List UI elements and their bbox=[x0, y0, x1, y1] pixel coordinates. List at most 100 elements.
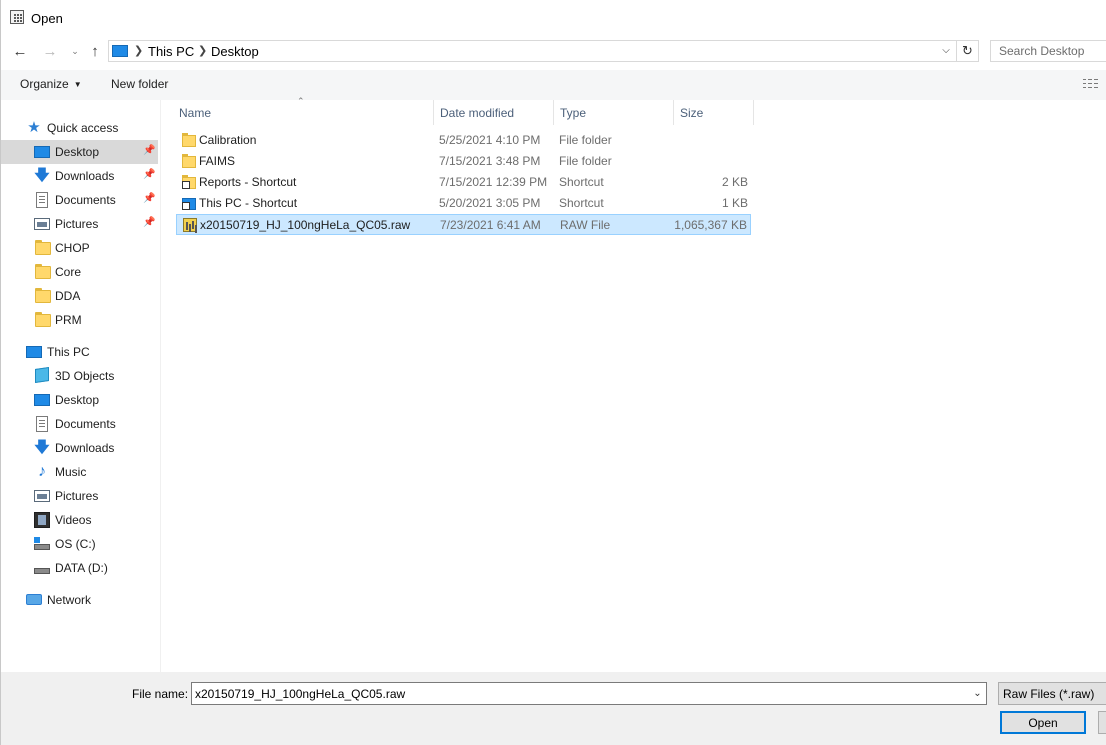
monitor-icon bbox=[34, 394, 50, 406]
file-name: x20150719_HJ_100ngHeLa_QC05.raw bbox=[200, 218, 411, 232]
sort-ascending-icon: ⌃ bbox=[297, 96, 305, 106]
address-dropdown-chevron-icon[interactable]: ⌵ bbox=[938, 43, 954, 59]
search-input[interactable] bbox=[990, 40, 1106, 62]
nav-pc-os-drive[interactable]: OS (C:) bbox=[1, 532, 158, 556]
folder-icon bbox=[182, 154, 196, 168]
raw-file-icon bbox=[183, 218, 197, 232]
pin-icon[interactable]: 📌 bbox=[143, 217, 155, 228]
app-grid-icon bbox=[10, 10, 24, 24]
file-type-filter-select[interactable]: Raw Files (*.raw) bbox=[998, 682, 1106, 705]
folder-icon bbox=[35, 264, 51, 279]
breadcrumb-separator-icon[interactable]: ❯ bbox=[198, 44, 207, 57]
nav-folder-dda[interactable]: DDA bbox=[1, 284, 158, 308]
nav-label: Desktop bbox=[55, 393, 100, 407]
video-icon bbox=[34, 512, 50, 528]
pin-icon[interactable]: 📌 bbox=[143, 169, 155, 180]
nav-label: Quick access bbox=[47, 121, 119, 135]
folder-icon bbox=[35, 240, 51, 255]
file-row[interactable]: Reports - Shortcut 7/15/2021 12:39 PM Sh… bbox=[176, 172, 751, 193]
nav-folder-core[interactable]: Core bbox=[1, 260, 158, 284]
this-pc-icon bbox=[112, 45, 128, 57]
nav-network[interactable]: Network bbox=[1, 588, 158, 612]
nav-pc-desktop[interactable]: Desktop bbox=[1, 388, 158, 412]
nav-pc-videos[interactable]: Videos bbox=[1, 508, 158, 532]
organize-button[interactable]: Organize ▼ bbox=[20, 77, 82, 91]
nav-pc-pictures[interactable]: Pictures bbox=[1, 484, 158, 508]
pictures-icon bbox=[34, 218, 50, 230]
document-icon bbox=[36, 192, 48, 208]
folder-icon bbox=[35, 288, 51, 303]
file-row[interactable]: This PC - Shortcut 5/20/2021 3:05 PM Sho… bbox=[176, 193, 751, 214]
nav-quick-pictures[interactable]: Pictures 📌 bbox=[1, 212, 158, 236]
file-type: RAW File bbox=[560, 218, 611, 232]
file-size: 1 KB bbox=[721, 196, 748, 210]
nav-pc-3d-objects[interactable]: 3D Objects bbox=[1, 364, 158, 388]
command-bar: Organize ▼ New folder bbox=[1, 70, 1106, 100]
file-row[interactable]: Calibration 5/25/2021 4:10 PM File folde… bbox=[176, 130, 751, 151]
nav-label: Documents bbox=[55, 193, 116, 207]
chevron-down-icon: ▼ bbox=[73, 80, 82, 89]
file-type: Shortcut bbox=[559, 196, 604, 210]
monitor-icon bbox=[34, 146, 50, 158]
nav-label: Videos bbox=[55, 513, 92, 527]
nav-quick-documents[interactable]: Documents 📌 bbox=[1, 188, 158, 212]
pictures-icon bbox=[34, 490, 50, 502]
pc-shortcut-icon bbox=[182, 198, 196, 210]
file-name-input[interactable] bbox=[191, 682, 987, 705]
nav-pc-downloads[interactable]: 🡇 Downloads bbox=[1, 436, 158, 460]
file-name-label: File name: bbox=[132, 687, 189, 701]
file-name: Reports - Shortcut bbox=[199, 175, 297, 189]
nav-this-pc[interactable]: This PC bbox=[1, 340, 158, 364]
file-name: Calibration bbox=[199, 133, 257, 147]
open-file-dialog: Open ← → ⌄ ↑ ❯ This PC ❯ Desktop ⌵ ↻ Org… bbox=[0, 0, 1106, 745]
nav-quick-access[interactable]: ★ Quick access bbox=[1, 116, 158, 140]
network-icon bbox=[26, 594, 42, 605]
nav-label: DDA bbox=[55, 289, 81, 303]
open-button[interactable]: Open bbox=[1000, 711, 1086, 734]
organize-label: Organize bbox=[20, 77, 69, 91]
download-arrow-icon: 🡇 bbox=[34, 167, 50, 184]
nav-quick-desktop[interactable]: Desktop 📌 bbox=[1, 140, 158, 164]
file-date: 7/15/2021 12:39 PM bbox=[439, 175, 548, 189]
column-header-type[interactable]: Type bbox=[554, 100, 674, 125]
download-arrow-icon: 🡇 bbox=[34, 439, 50, 456]
file-name-dropdown-chevron-icon[interactable]: ⌄ bbox=[969, 683, 986, 704]
column-header-size[interactable]: Size bbox=[674, 100, 754, 125]
document-icon bbox=[36, 416, 48, 432]
pin-icon[interactable]: 📌 bbox=[143, 145, 155, 156]
nav-folder-prm[interactable]: PRM bbox=[1, 308, 158, 332]
nav-folder-chop[interactable]: CHOP bbox=[1, 236, 158, 260]
refresh-icon[interactable]: ↻ bbox=[957, 40, 979, 62]
file-date: 5/20/2021 3:05 PM bbox=[439, 196, 541, 210]
pin-icon[interactable]: 📌 bbox=[143, 193, 155, 204]
column-header-name[interactable]: Name ⌃ bbox=[173, 96, 434, 125]
recent-locations-chevron-icon[interactable]: ⌄ bbox=[64, 40, 86, 62]
folder-icon bbox=[35, 312, 51, 327]
change-view-icon[interactable] bbox=[1083, 78, 1099, 92]
nav-pc-documents[interactable]: Documents bbox=[1, 412, 158, 436]
nav-label: Pictures bbox=[55, 217, 99, 231]
file-row[interactable]: FAIMS 7/15/2021 3:48 PM File folder bbox=[176, 151, 751, 172]
up-arrow-icon[interactable]: ↑ bbox=[84, 40, 106, 62]
nav-pc-data-drive[interactable]: DATA (D:) bbox=[1, 556, 158, 580]
this-pc-icon bbox=[26, 346, 42, 358]
os-drive-icon bbox=[34, 536, 50, 552]
nav-quick-downloads[interactable]: 🡇 Downloads 📌 bbox=[1, 164, 158, 188]
breadcrumb-separator-icon[interactable]: ❯ bbox=[134, 44, 143, 57]
nav-label: OS (C:) bbox=[55, 537, 96, 551]
cancel-button[interactable] bbox=[1098, 711, 1106, 734]
address-bar[interactable]: ❯ This PC ❯ Desktop ⌵ bbox=[108, 40, 957, 62]
column-header-date[interactable]: Date modified bbox=[434, 100, 554, 125]
forward-arrow-icon[interactable]: → bbox=[39, 40, 61, 62]
folder-icon bbox=[182, 133, 196, 147]
breadcrumb-desktop[interactable]: Desktop bbox=[211, 44, 259, 59]
dialog-footer: File name: ⌄ Raw Files (*.raw) Open bbox=[1, 672, 1106, 745]
breadcrumb-this-pc[interactable]: This PC bbox=[148, 44, 194, 59]
nav-pc-music[interactable]: ♪ Music bbox=[1, 460, 158, 484]
file-row-selected[interactable]: x20150719_HJ_100ngHeLa_QC05.raw 7/23/202… bbox=[176, 214, 751, 235]
file-type: Shortcut bbox=[559, 175, 604, 189]
back-arrow-icon[interactable]: ← bbox=[9, 40, 31, 62]
new-folder-button[interactable]: New folder bbox=[111, 77, 168, 91]
navigation-bar: ← → ⌄ ↑ ❯ This PC ❯ Desktop ⌵ ↻ bbox=[1, 36, 1106, 66]
nav-label: Downloads bbox=[55, 169, 115, 183]
